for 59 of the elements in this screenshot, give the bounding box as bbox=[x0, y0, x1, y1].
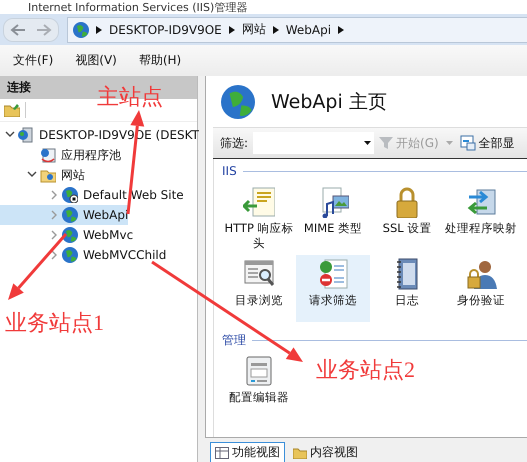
back-icon[interactable] bbox=[10, 22, 26, 36]
feature-tile[interactable]: SSL 设置 bbox=[370, 183, 444, 255]
filter-label: 筛选: bbox=[220, 134, 248, 152]
caret-icon bbox=[338, 26, 344, 34]
filter-field[interactable] bbox=[253, 132, 374, 154]
feature-tile[interactable]: HTTP 响应标头 bbox=[222, 183, 296, 255]
menu-item[interactable]: 帮助(H) bbox=[138, 52, 182, 69]
tree-item[interactable]: WebMVCChild bbox=[0, 245, 166, 265]
address-field[interactable]: DESKTOP-ID9V9OE 网站 WebApi bbox=[67, 16, 527, 42]
group-title: 管理 bbox=[222, 332, 246, 348]
globe-icon bbox=[62, 247, 78, 263]
annotation-text: 业务站点2 bbox=[316, 357, 415, 383]
grid-icon bbox=[215, 446, 229, 458]
tree-item[interactable]: Default Web Site bbox=[0, 185, 184, 205]
breadcrumb-item[interactable]: WebApi bbox=[286, 22, 332, 36]
feature-tile[interactable]: 请求筛选 bbox=[296, 255, 370, 322]
caret-icon bbox=[228, 26, 235, 34]
menu-item[interactable]: 视图(V) bbox=[75, 52, 117, 69]
tree-item[interactable]: 应用程序池 bbox=[0, 145, 121, 165]
annotation-text: 主站点 bbox=[97, 84, 163, 110]
breadcrumb-item[interactable]: DESKTOP-ID9V9OE bbox=[109, 22, 222, 36]
feature-tile[interactable]: 身份验证 bbox=[444, 255, 518, 322]
dropdown-icon bbox=[364, 141, 372, 145]
feature-tile[interactable]: MIME 类型 bbox=[296, 183, 370, 255]
menu-item[interactable]: 文件(F) bbox=[13, 52, 54, 69]
server-icon bbox=[18, 127, 34, 143]
document-arrow-icon bbox=[243, 186, 275, 218]
forward-icon[interactable] bbox=[36, 22, 52, 36]
window-title: Internet Information Services (IIS)管理器 bbox=[28, 1, 248, 14]
annotation-arrow bbox=[8, 233, 68, 300]
tree-item[interactable]: WebMvc bbox=[0, 225, 134, 245]
group-title: IIS bbox=[222, 164, 237, 178]
annotation-text: 业务站点1 bbox=[5, 310, 104, 336]
globe-icon bbox=[62, 227, 78, 243]
funnel-icon bbox=[379, 136, 394, 150]
feature-tile[interactable]: 处理程序映射 bbox=[444, 183, 518, 255]
dropdown-icon bbox=[446, 141, 453, 145]
caret-icon bbox=[272, 26, 279, 34]
folder-icon[interactable] bbox=[4, 103, 20, 117]
view-tab[interactable]: 功能视图 bbox=[210, 442, 285, 462]
view-tab[interactable]: 内容视图 bbox=[289, 443, 362, 462]
caret-icon bbox=[96, 26, 102, 34]
feature-tile[interactable]: 日志 bbox=[370, 255, 444, 322]
globe-icon bbox=[221, 85, 255, 119]
show-all-icon bbox=[460, 135, 476, 151]
person-lock-icon bbox=[465, 258, 497, 290]
globe-icon bbox=[62, 207, 78, 223]
application-pool-icon bbox=[40, 147, 56, 163]
feature-tile[interactable]: 目录浏览 bbox=[222, 255, 296, 322]
tree-item[interactable]: 网站 bbox=[0, 165, 85, 185]
document-check-icon bbox=[317, 258, 349, 290]
feature-tile[interactable]: 配置编辑器 bbox=[222, 352, 296, 419]
tree-item[interactable]: WebApi bbox=[0, 205, 128, 225]
globe-icon bbox=[73, 22, 89, 38]
folder-icon bbox=[293, 446, 307, 458]
show-all-button[interactable]: 全部显 bbox=[460, 134, 515, 152]
globe-icon bbox=[62, 187, 78, 203]
page-title: WebApi 主页 bbox=[271, 90, 387, 115]
breadcrumb-item[interactable]: 网站 bbox=[242, 21, 266, 38]
